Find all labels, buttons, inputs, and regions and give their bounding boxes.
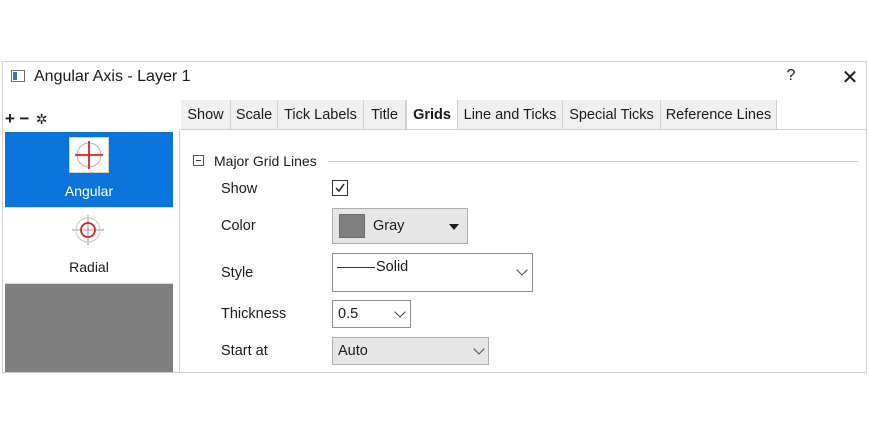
dialog-window: Angular Axis - Layer 1 ? ✕ + − ✲ Angular [2,61,867,373]
tab-show[interactable]: Show [181,100,231,130]
panel-divider [179,129,180,372]
color-value: Gray [373,218,405,234]
gear-icon[interactable]: ✲ [36,110,48,128]
style-label: Style [221,265,254,281]
start-at-dropdown[interactable]: Auto [332,337,489,365]
app-window-icon [11,70,25,82]
tab-grids[interactable]: Grids [406,100,458,130]
show-label: Show [221,181,258,197]
tab-title[interactable]: Title [364,100,406,130]
sidebar-item-label: Radial [69,259,109,275]
remove-button[interactable]: − [19,110,29,128]
group-divider [328,161,858,162]
check-icon [335,183,345,193]
chevron-down-icon [516,264,528,276]
color-swatch [339,214,365,238]
title-bar: Angular Axis - Layer 1 ? ✕ [3,62,866,94]
style-value: Solid [376,259,409,275]
tab-special-ticks[interactable]: Special Ticks [563,100,661,130]
color-dropdown[interactable]: Gray [332,208,468,244]
tab-tick-labels[interactable]: Tick Labels [278,100,364,130]
thickness-value: 0.5 [338,306,359,322]
mini-toolbar: + − ✲ [5,110,48,128]
color-label: Color [221,218,256,234]
chevron-down-icon [394,306,406,318]
thickness-combobox[interactable]: 0.5 [332,300,411,328]
start-at-value: Auto [338,343,368,359]
tab-line-and-ticks[interactable]: Line and Ticks [458,100,563,130]
radial-axis-icon [69,213,109,249]
sidebar-item-radial[interactable]: Radial [5,208,173,284]
start-at-label: Start at [221,343,268,359]
tab-scale[interactable]: Scale [231,100,278,130]
tab-reference-lines[interactable]: Reference Lines [661,100,777,130]
style-dropdown[interactable]: Solid [332,253,533,292]
chevron-down-icon [473,343,485,355]
line-style-preview [337,267,375,268]
thickness-label: Thickness [221,306,287,322]
tab-divider [181,129,866,130]
close-button[interactable]: ✕ [839,65,861,90]
dropdown-arrow-icon [449,224,459,230]
show-checkbox[interactable] [332,180,348,196]
angular-axis-icon [69,137,109,173]
window-title: Angular Axis - Layer 1 [34,68,191,85]
sidebar-item-angular[interactable]: Angular [5,132,173,208]
sidebar-item-label: Angular [64,183,114,199]
axis-sidebar: Angular Radial [5,132,173,372]
collapse-toggle[interactable] [193,155,204,166]
group-title: Major Grid Lines [214,153,317,169]
help-button[interactable]: ? [781,67,801,85]
add-button[interactable]: + [5,110,15,128]
